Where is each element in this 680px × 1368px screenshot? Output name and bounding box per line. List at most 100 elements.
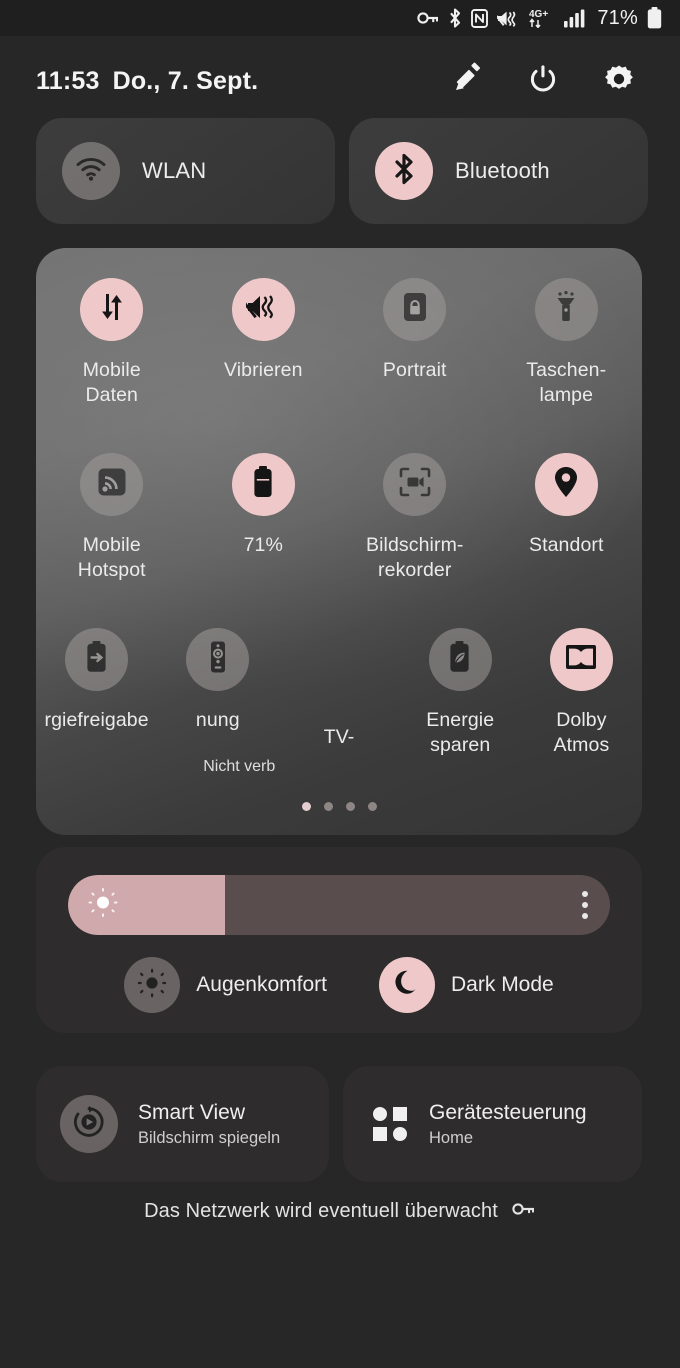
bottom-tiles-row: Smart View Bildschirm spiegeln Geräteste… [36,1066,642,1182]
tile-mobile-daten-label: Mobile Daten [82,359,141,406]
quick-tiles-panel: Mobile Daten Vibrieren Portrait Taschen-… [36,248,642,835]
screen-recorder-icon-circle [383,453,447,516]
remote-control-icon [208,641,228,678]
bluetooth-icon-circle [375,142,433,200]
power-share-icon [85,641,109,678]
vibrate-icon [238,292,280,327]
tile-vibrieren-label: Vibrieren [223,359,303,381]
status-battery-percent: 71% [597,6,638,29]
bluetooth-icon [393,153,415,190]
tile-battery-percent[interactable]: 71% [188,453,340,628]
tile-portrait-label: Portrait [382,359,447,381]
wlan-icon-circle [62,142,120,200]
mute-vibrate-icon [497,9,520,28]
mobile-data-icon-circle [80,278,144,341]
smart-view-icon [72,1105,106,1144]
page-dot-3[interactable] [345,802,355,811]
tile-bildschirmrekorder[interactable]: Bildschirm- rekorder [339,453,491,628]
tile-standort[interactable]: Standort [491,453,643,628]
date-text: Do., 7. Sept. [112,66,259,95]
nfc-icon [471,8,489,28]
vibrate-icon-circle [231,278,295,341]
geraetesteuerung-title: Gerätesteuerung [429,1101,587,1124]
tile-energiefreigabe[interactable]: rgiefreigabe [36,628,157,803]
smart-view-icon-circle [60,1095,118,1153]
dolby-atmos-icon [565,644,597,675]
tile-mobile-hotspot-label: Mobile Hotspot [77,534,146,581]
tile-tv-partial-label: TV- [323,726,355,748]
network-monitor-footer[interactable]: Das Netzwerk wird eventuell überwacht [0,1200,680,1223]
4g-plus-icon: 4G+ [529,8,555,28]
hotspot-icon-circle [80,453,144,516]
page-dot-1[interactable] [301,802,311,811]
quick-settings-panel: 4G+ 71% 11:53 Do., 7. Sept. WLAN Bluetoo… [0,0,680,1368]
svg-text:4G+: 4G+ [529,9,548,20]
tile-dolby-atmos[interactable]: Dolby Atmos [521,628,642,803]
power-button[interactable] [524,62,562,100]
brightness-slider[interactable] [68,875,610,935]
hotspot-icon [97,467,127,502]
rotation-lock-icon-circle [383,278,447,341]
edit-button[interactable] [448,62,486,100]
quick-tiles-row-2: Mobile Hotspot 71% Bildschirm- rekorder … [36,453,642,628]
tile-mobile-hotspot[interactable]: Mobile Hotspot [36,453,188,628]
tile-dolby-atmos-label: Dolby Atmos [553,709,610,756]
tile-vibrieren[interactable]: Vibrieren [188,278,340,453]
device-controls-icon [373,1107,407,1141]
tile-taschenlampe[interactable]: Taschen- lampe [491,278,643,453]
eye-comfort-icon-circle [124,957,181,1013]
tile-taschenlampe-label: Taschen- lampe [526,359,607,406]
brightness-sun-icon [88,888,118,923]
tile-mobile-daten[interactable]: Mobile Daten [36,278,188,453]
tile-energie-sparen[interactable]: Energie sparen [400,628,521,803]
tile-wlan-label: WLAN [142,158,207,183]
power-share-icon-circle [65,628,129,691]
power-icon [526,62,560,101]
tile-smart-view[interactable]: Smart View Bildschirm spiegeln [36,1066,329,1182]
moon-icon [393,968,421,1003]
tile-energiefreigabe-label: rgiefreigabe [44,709,149,731]
flashlight-icon-circle [534,278,598,341]
panel-header: 11:53 Do., 7. Sept. [0,52,680,110]
vpn-key-icon [417,9,439,27]
network-monitor-text: Das Netzwerk wird eventuell überwacht [144,1200,498,1222]
settings-button[interactable] [600,62,638,100]
power-saving-icon [448,641,472,678]
tile-fernbedienung-label: nung [195,709,240,731]
brightness-card: Augenkomfort Dark Mode [36,847,642,1033]
smart-view-text: Smart View Bildschirm spiegeln [138,1099,280,1149]
mode-dark[interactable]: Dark Mode [379,957,554,1013]
geraetesteuerung-subtitle: Home [429,1129,474,1147]
tile-standort-label: Standort [528,534,604,556]
tile-wlan[interactable]: WLAN [36,118,335,224]
quick-tiles-row-3: rgiefreigabe nung Nicht verb TV- Energie… [36,628,642,803]
kebab-menu-icon[interactable] [582,891,588,919]
tile-fernbedienung[interactable]: nung Nicht verb [157,628,278,803]
location-pin-icon-circle [534,453,598,516]
mode-augenkomfort-label: Augenkomfort [196,973,328,996]
page-dot-2[interactable] [323,802,333,811]
display-modes-row: Augenkomfort Dark Mode [36,957,642,1013]
battery-icon-circle [231,453,295,516]
rotation-lock-icon [402,291,428,328]
status-bar: 4G+ 71% [0,0,680,36]
gear-icon [602,62,636,101]
page-indicator[interactable] [36,802,642,811]
tile-battery-percent-label: 71% [243,534,283,556]
page-dot-4[interactable] [367,802,377,811]
tile-bluetooth-label: Bluetooth [455,158,550,183]
tile-portrait[interactable]: Portrait [339,278,491,453]
tile-energie-sparen-label: Energie sparen [426,709,495,756]
screen-recorder-icon [399,467,431,502]
mode-augenkomfort[interactable]: Augenkomfort [124,957,327,1013]
dolby-atmos-icon-circle [549,628,613,691]
mobile-data-icon [98,292,126,327]
bluetooth-icon [448,8,462,28]
tile-geraetesteuerung[interactable]: Gerätesteuerung Home [343,1066,642,1182]
mode-dark-label: Dark Mode [451,973,554,996]
tile-bluetooth[interactable]: Bluetooth [349,118,648,224]
battery-icon [647,7,662,29]
tile-tv-partial[interactable]: TV- [278,628,399,803]
clock-date-group: 11:53 Do., 7. Sept. [36,67,258,96]
top-tiles-row: WLAN Bluetooth [36,118,648,224]
